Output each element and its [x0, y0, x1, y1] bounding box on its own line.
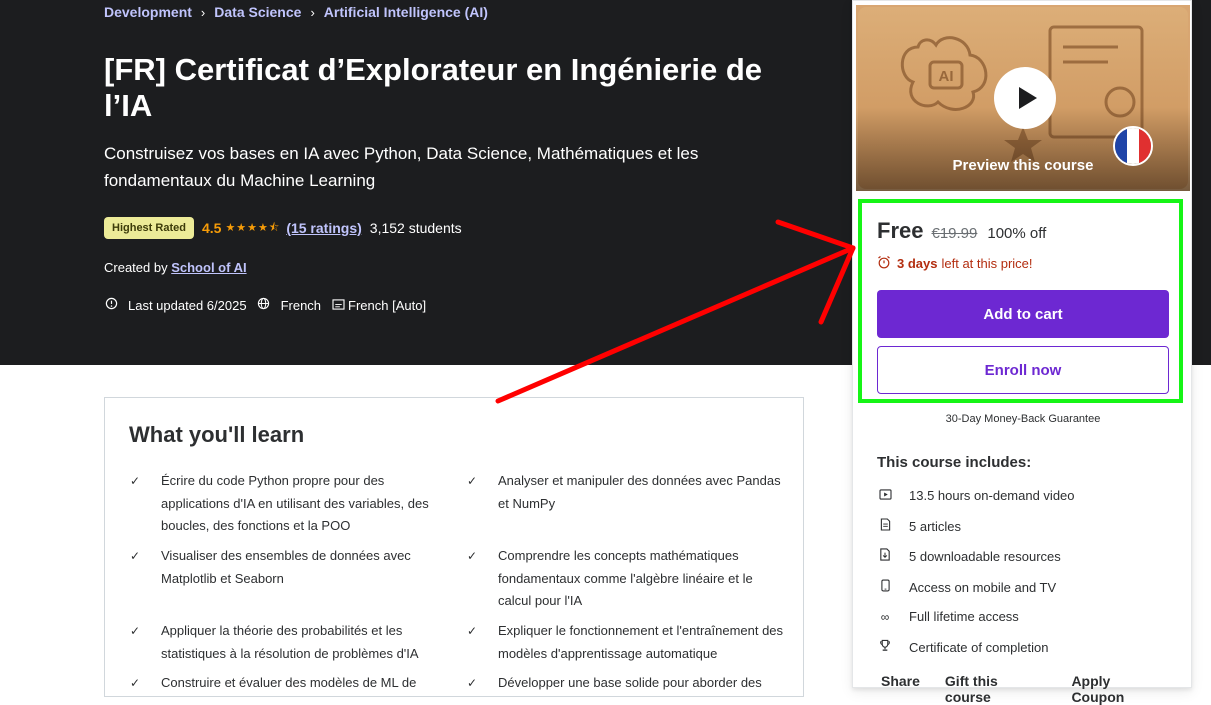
- created-by: Created by School of AI: [104, 260, 247, 275]
- alarm-clock-icon: [877, 255, 891, 272]
- gift-course-link[interactable]: Gift this course: [945, 673, 1047, 705]
- students-count: 3,152 students: [369, 220, 462, 236]
- check-icon: ✓: [467, 624, 478, 638]
- learn-item: ✓ Développer une base solide pour aborder…: [467, 672, 788, 695]
- infinity-icon: ∞: [880, 609, 890, 624]
- globe-icon: [257, 297, 271, 313]
- course-meta: Last updated 6/2025 French French [Auto]: [104, 297, 436, 313]
- highest-rated-badge: Highest Rated: [104, 217, 194, 239]
- learn-heading: What you'll learn: [129, 422, 305, 447]
- breadcrumb-ai[interactable]: Artificial Intelligence (AI): [324, 4, 488, 20]
- includes-title: This course includes:: [877, 454, 1032, 471]
- learn-item: ✓ Comprendre les concepts mathématiques f…: [467, 545, 788, 613]
- preview-label: Preview this course: [952, 157, 1094, 174]
- last-updated: Last updated 6/2025: [128, 297, 247, 313]
- check-icon: ✓: [467, 474, 478, 488]
- what-youll-learn-box: What you'll learn ✓ Écrire du code Python…: [104, 397, 804, 697]
- learn-item: ✓ Analyser et manipuler des données avec …: [467, 470, 788, 515]
- share-link[interactable]: Share: [881, 673, 920, 705]
- breadcrumb-development[interactable]: Development: [104, 4, 192, 20]
- course-language: French: [280, 297, 322, 313]
- include-item: Certificate of completion: [877, 639, 1048, 655]
- learn-item: ✓ Écrire du code Python propre pour des a…: [130, 470, 451, 538]
- include-item: ∞ Full lifetime access: [877, 609, 1019, 624]
- mobile-icon: [877, 579, 893, 595]
- include-item: Access on mobile and TV: [877, 579, 1056, 595]
- alert-badge-icon: [104, 297, 118, 313]
- course-preview[interactable]: AI Preview this course: [856, 5, 1190, 191]
- discount-percent: 100% off: [987, 225, 1047, 242]
- check-icon: ✓: [130, 474, 141, 488]
- price-row: Free €19.99 100% off: [877, 218, 1046, 244]
- rating-value: 4.5: [201, 220, 222, 236]
- video-icon: [877, 488, 893, 503]
- apply-coupon-link[interactable]: Apply Coupon: [1071, 673, 1166, 705]
- add-to-cart-button[interactable]: Add to cart: [877, 290, 1169, 338]
- check-icon: ✓: [130, 624, 141, 638]
- check-icon: ✓: [130, 676, 141, 690]
- timer-days: 3 days: [897, 256, 938, 271]
- course-subtitle: Construisez vos bases en IA avec Python,…: [104, 144, 699, 190]
- timer-text: left at this price!: [941, 256, 1033, 271]
- purchase-sidebar: AI Preview this course Free €19.99 100% …: [852, 0, 1192, 705]
- breadcrumb: Development › Data Science › Artificial …: [104, 4, 488, 20]
- learn-item: ✓ Appliquer la théorie des probabilités e…: [130, 620, 451, 665]
- include-item: 5 downloadable resources: [877, 548, 1061, 564]
- rating-row: Highest Rated 4.5 ★★★★⯪ (15 ratings) 3,1…: [104, 217, 462, 239]
- check-icon: ✓: [467, 549, 478, 563]
- download-icon: [877, 548, 893, 564]
- sidebar-footer-links: Share Gift this course Apply Coupon: [881, 673, 1191, 705]
- learn-item: ✓ Construire et évaluer des modèles de ML…: [130, 672, 451, 695]
- check-icon: ✓: [130, 549, 141, 563]
- learn-item: ✓ Visualiser des ensembles de données ave…: [130, 545, 451, 590]
- ratings-count-link[interactable]: (15 ratings): [286, 220, 361, 236]
- breadcrumb-data-science[interactable]: Data Science: [214, 4, 301, 20]
- price-timer: 3 days left at this price!: [877, 255, 1033, 272]
- course-title: [FR] Certificat d’Explorateur en Ingénie…: [104, 52, 763, 123]
- trophy-icon: [877, 639, 893, 655]
- original-price: €19.99: [931, 225, 978, 242]
- article-icon: [877, 518, 893, 534]
- chevron-right-icon: ›: [310, 4, 315, 20]
- author-link[interactable]: School of AI: [171, 260, 246, 275]
- closed-caption-icon: [331, 298, 345, 313]
- current-price: Free: [877, 218, 924, 243]
- include-item: 5 articles: [877, 518, 961, 534]
- check-icon: ✓: [467, 676, 478, 690]
- enroll-now-button[interactable]: Enroll now: [877, 346, 1169, 394]
- include-item: 13.5 hours on-demand video: [877, 488, 1075, 503]
- course-captions: French [Auto]: [348, 297, 427, 313]
- chevron-right-icon: ›: [200, 4, 206, 20]
- created-by-label: Created by: [104, 260, 168, 275]
- learn-item: ✓ Expliquer le fonctionnement et l'entraî…: [467, 620, 788, 665]
- money-back-guarantee: 30-Day Money-Back Guarantee: [945, 413, 1101, 425]
- play-button-icon[interactable]: [994, 67, 1056, 129]
- star-rating-icon: ★★★★⯪: [225, 221, 281, 234]
